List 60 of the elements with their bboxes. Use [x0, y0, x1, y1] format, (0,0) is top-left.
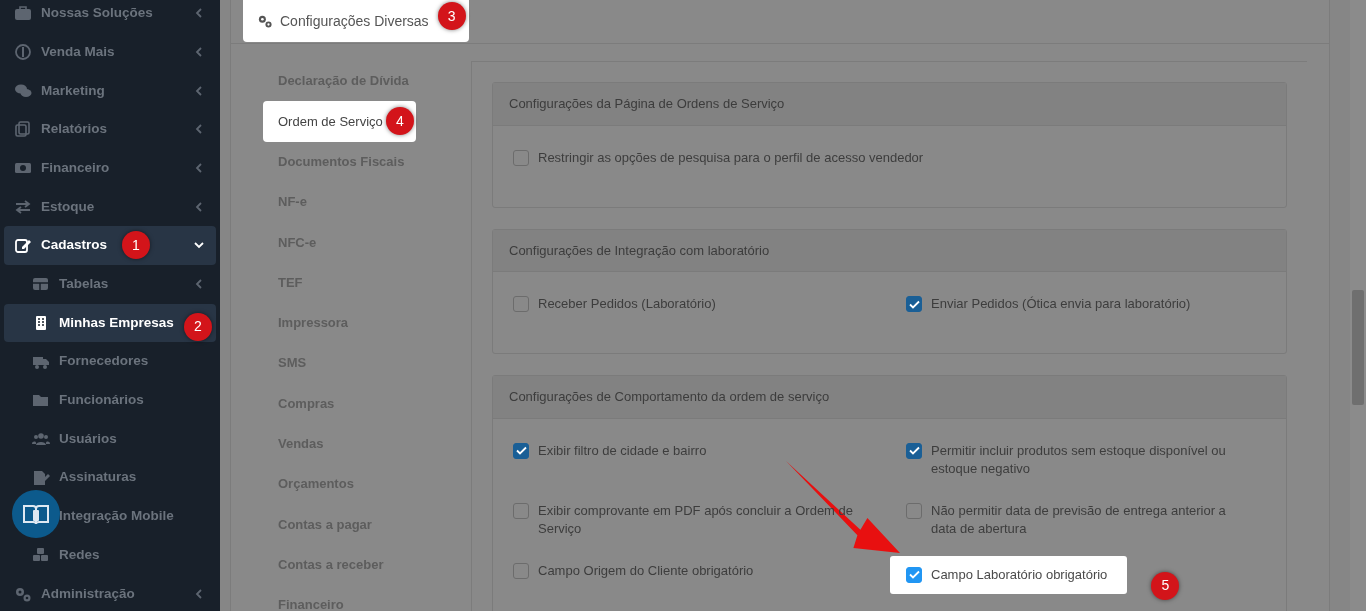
checkbox[interactable]: [513, 296, 529, 312]
book-icon: [22, 502, 50, 526]
checkbox-label: Campo Laboratório obrigatório: [931, 565, 1108, 584]
checkbox-label: Enviar Pedidos (Ótica envia para laboratório): [931, 295, 1191, 313]
sidebar-item[interactable]: Venda Mais: [4, 32, 216, 72]
sidebar-item[interactable]: Marketing: [4, 71, 216, 111]
sidebar-item[interactable]: Minhas Empresas 2: [4, 303, 216, 343]
step-marker: 1: [122, 231, 150, 260]
document-pen-icon: [32, 469, 50, 486]
sidebar-item[interactable]: Redes: [4, 535, 216, 575]
edit-icon: [14, 237, 32, 254]
table-icon: [32, 276, 50, 293]
sidebar-item[interactable]: Cadastros 1: [4, 226, 216, 265]
chat-icon: [14, 82, 32, 99]
sidebar-item[interactable]: Nossas Soluções: [4, 0, 216, 33]
sidebar-item[interactable]: Estoque: [4, 187, 216, 227]
scrollbar[interactable]: [1350, 0, 1366, 611]
checkbox-label: Exibir filtro de cidade e bairro: [538, 441, 707, 460]
checkbox-label: Restringir as opções de pesquisa para o perfil de acesso vendedor: [538, 148, 924, 167]
tab[interactable]: Ordem de Serviço 4: [263, 101, 416, 142]
card-header: Configurações de Comportamento da ordem de serviço: [493, 376, 1286, 419]
checkbox[interactable]: [513, 562, 529, 579]
checkbox[interactable]: [513, 502, 529, 519]
step-marker: 4: [386, 107, 414, 136]
users-icon: [32, 430, 50, 447]
coin-icon: [14, 44, 32, 61]
step-marker: 5: [1151, 571, 1180, 600]
step-marker: 2: [184, 312, 212, 341]
help-button[interactable]: [12, 490, 60, 538]
cubes-icon: [32, 546, 50, 563]
sidebar-item[interactable]: Relatórios: [4, 110, 216, 149]
copy-icon: [14, 121, 32, 138]
checkbox[interactable]: [513, 442, 529, 459]
gears-icon: [256, 14, 274, 28]
checkbox-label: Não permitir data de previsão de entrega anterior a data de abertura: [931, 501, 1227, 538]
checkbox[interactable]: [906, 296, 922, 312]
sidebar-item[interactable]: Assinaturas: [4, 458, 216, 497]
checkbox-label: Receber Pedidos (Laboratório): [538, 295, 716, 313]
folder-icon: [32, 392, 50, 409]
sidebar-item[interactable]: Administração: [4, 574, 216, 611]
checkbox[interactable]: [906, 502, 922, 519]
sidebar-item[interactable]: Integração Mobile: [4, 496, 216, 536]
swap-icon: [14, 198, 32, 215]
sidebar-item[interactable]: Tabelas: [4, 264, 216, 304]
card-header: Configurações de Integração com laboratório: [493, 229, 1286, 272]
gears-icon: [14, 585, 32, 602]
checkbox[interactable]: [513, 149, 529, 166]
checkbox[interactable]: [906, 442, 922, 459]
briefcase-icon: [14, 5, 32, 22]
checkbox-label: Permitir incluir produtos sem estoque disponível ou estoque negativo: [931, 441, 1227, 478]
sidebar-item[interactable]: Fornecedores: [4, 342, 216, 381]
sidebar-item[interactable]: Funcionários: [4, 380, 216, 420]
sidebar-item[interactable]: Usuários: [4, 419, 216, 459]
sidebar-item[interactable]: Financeiro: [4, 148, 216, 188]
checkbox-label: Exibir comprovante em PDF após concluir a Ordem de Serviço: [538, 501, 854, 538]
checkbox[interactable]: [906, 566, 922, 583]
card-header: Configurações da Página de Ordens de Serviço: [493, 83, 1286, 126]
settings-tab[interactable]: Configurações Diversas 3: [243, 0, 469, 42]
step-marker: 3: [437, 2, 466, 30]
checkbox-label: Campo Origem do Cliente obrigatório: [538, 561, 754, 580]
